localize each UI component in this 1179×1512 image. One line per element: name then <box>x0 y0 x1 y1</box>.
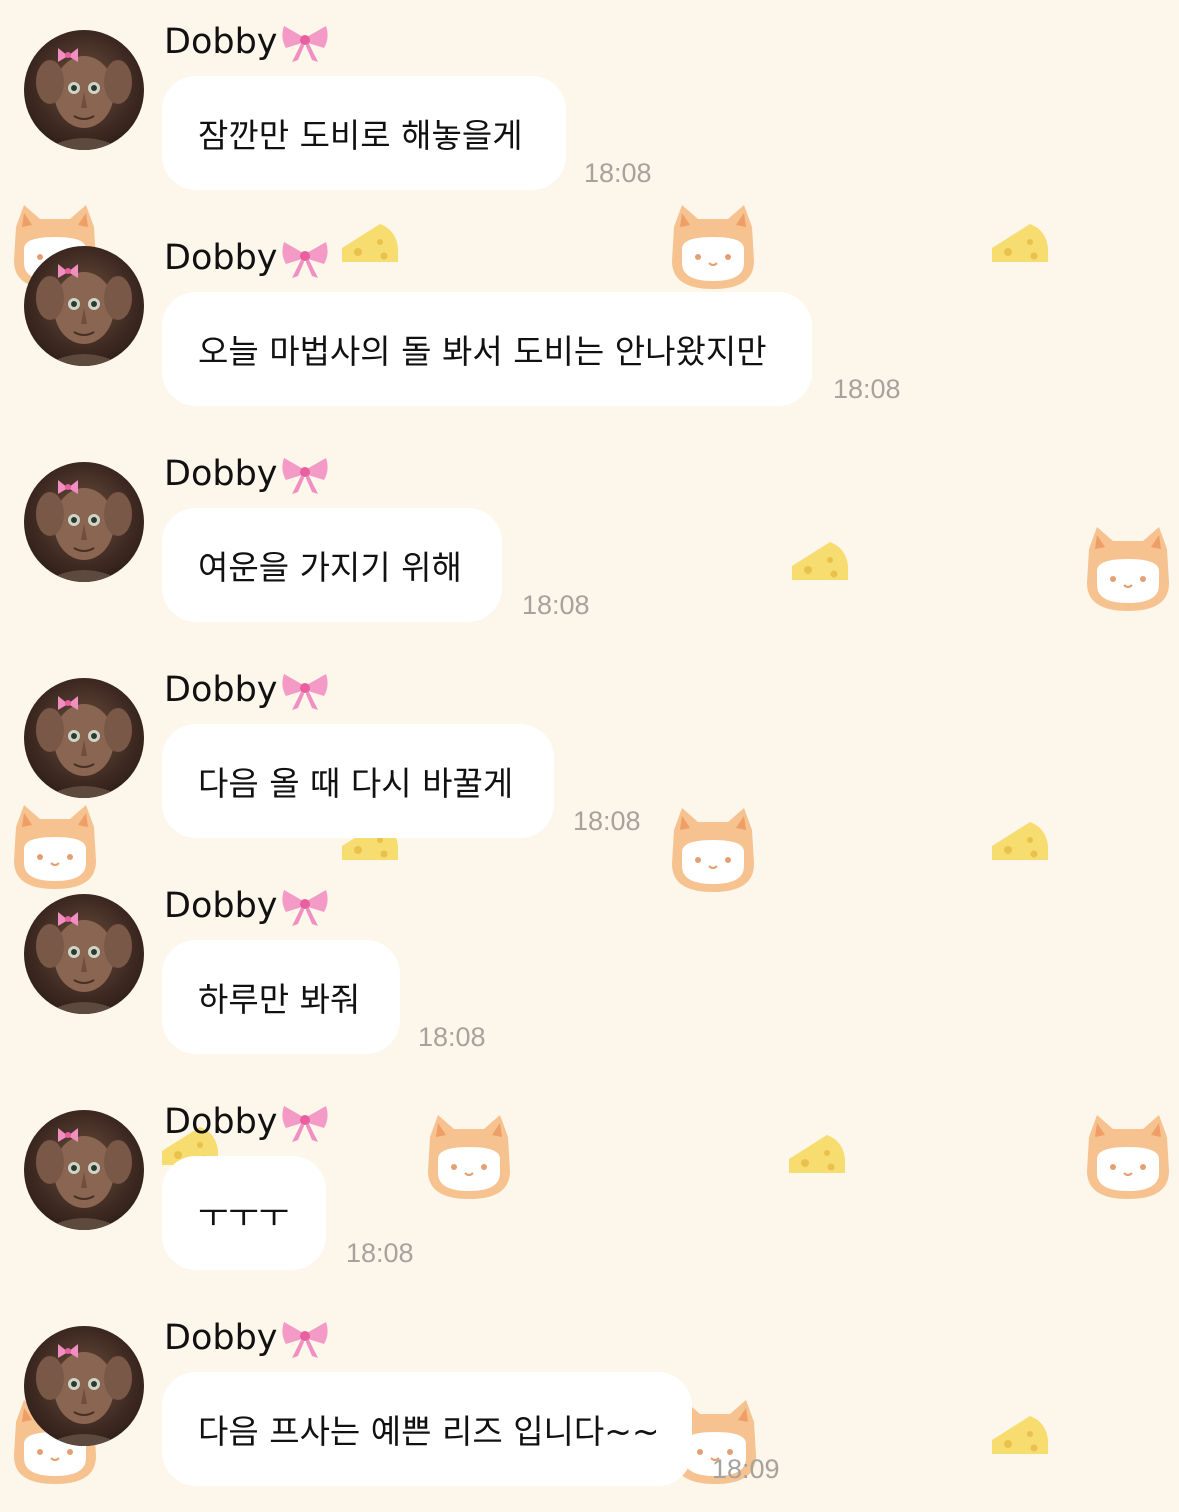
avatar[interactable] <box>24 246 144 366</box>
message-time: 18:09 <box>712 1454 780 1484</box>
avatar[interactable] <box>24 1326 144 1446</box>
dobby-avatar-icon <box>36 1344 132 1446</box>
ribbon-icon <box>281 242 328 278</box>
sender-row: Dobby <box>164 1316 330 1360</box>
message-bubble[interactable]: 다음 올 때 다시 바꿀게 <box>162 724 554 838</box>
message-bubble[interactable]: 다음 프사는 예쁜 리즈 입니다~~ <box>162 1372 692 1486</box>
dobby-avatar-icon <box>36 1128 132 1230</box>
dobby-avatar-icon <box>36 48 132 150</box>
ribbon-icon <box>281 26 328 62</box>
sender-name: Dobby <box>164 238 278 278</box>
avatar[interactable] <box>24 1110 144 1230</box>
avatar[interactable] <box>24 894 144 1014</box>
sender-row: Dobby <box>164 236 330 280</box>
ribbon-icon <box>281 458 328 494</box>
message-time: 18:08 <box>584 158 652 188</box>
ribbon-icon <box>281 1322 328 1358</box>
dobby-avatar-icon <box>36 480 132 582</box>
sender-name: Dobby <box>164 1102 278 1142</box>
avatar[interactable] <box>24 30 144 150</box>
avatar[interactable] <box>24 462 144 582</box>
message-row: Dobby ㅜㅜㅜ 18:08 <box>0 1080 1179 1296</box>
message-bubble[interactable]: 하루만 봐줘 <box>162 940 400 1054</box>
message-time: 18:08 <box>573 806 641 836</box>
sender-row: Dobby <box>164 20 330 64</box>
message-row: Dobby 오늘 마법사의 돌 봐서 도비는 안나왔지만 18:08 <box>0 216 1179 432</box>
ribbon-icon <box>281 890 328 926</box>
sender-name: Dobby <box>164 22 278 62</box>
sender-name: Dobby <box>164 670 278 710</box>
sender-name: Dobby <box>164 1318 278 1358</box>
ribbon-icon <box>281 1106 328 1142</box>
dobby-avatar-icon <box>36 696 132 798</box>
dobby-avatar-icon <box>36 912 132 1014</box>
sender-name: Dobby <box>164 886 278 926</box>
ribbon-icon <box>281 674 328 710</box>
sender-row: Dobby <box>164 884 330 928</box>
message-row: Dobby 하루만 봐줘 18:08 <box>0 864 1179 1080</box>
sender-name: Dobby <box>164 454 278 494</box>
message-time: 18:08 <box>833 374 901 404</box>
message-bubble[interactable]: 잠깐만 도비로 해놓을게 <box>162 76 566 190</box>
message-time: 18:08 <box>418 1022 486 1052</box>
message-bubble[interactable]: ㅜㅜㅜ <box>162 1156 326 1270</box>
sender-row: Dobby <box>164 668 330 712</box>
sender-row: Dobby <box>164 1100 330 1144</box>
message-time: 18:08 <box>346 1238 414 1268</box>
message-bubble[interactable]: 오늘 마법사의 돌 봐서 도비는 안나왔지만 <box>162 292 812 406</box>
message-row: Dobby 다음 프사는 예쁜 리즈 입니다~~ 18:09 <box>0 1296 1179 1512</box>
message-time: 18:08 <box>522 590 590 620</box>
message-bubble[interactable]: 여운을 가지기 위해 <box>162 508 502 622</box>
sender-row: Dobby <box>164 452 330 496</box>
message-row: Dobby 잠깐만 도비로 해놓을게 18:08 <box>0 0 1179 216</box>
message-row: Dobby 다음 올 때 다시 바꿀게 18:08 <box>0 648 1179 864</box>
chat-message-list[interactable]: Dobby 잠깐만 도비로 해놓을게 18:08 Dobby 오늘 마법사의 돌… <box>0 0 1179 1504</box>
avatar[interactable] <box>24 678 144 798</box>
message-row: Dobby 여운을 가지기 위해 18:08 <box>0 432 1179 648</box>
dobby-avatar-icon <box>36 264 132 366</box>
